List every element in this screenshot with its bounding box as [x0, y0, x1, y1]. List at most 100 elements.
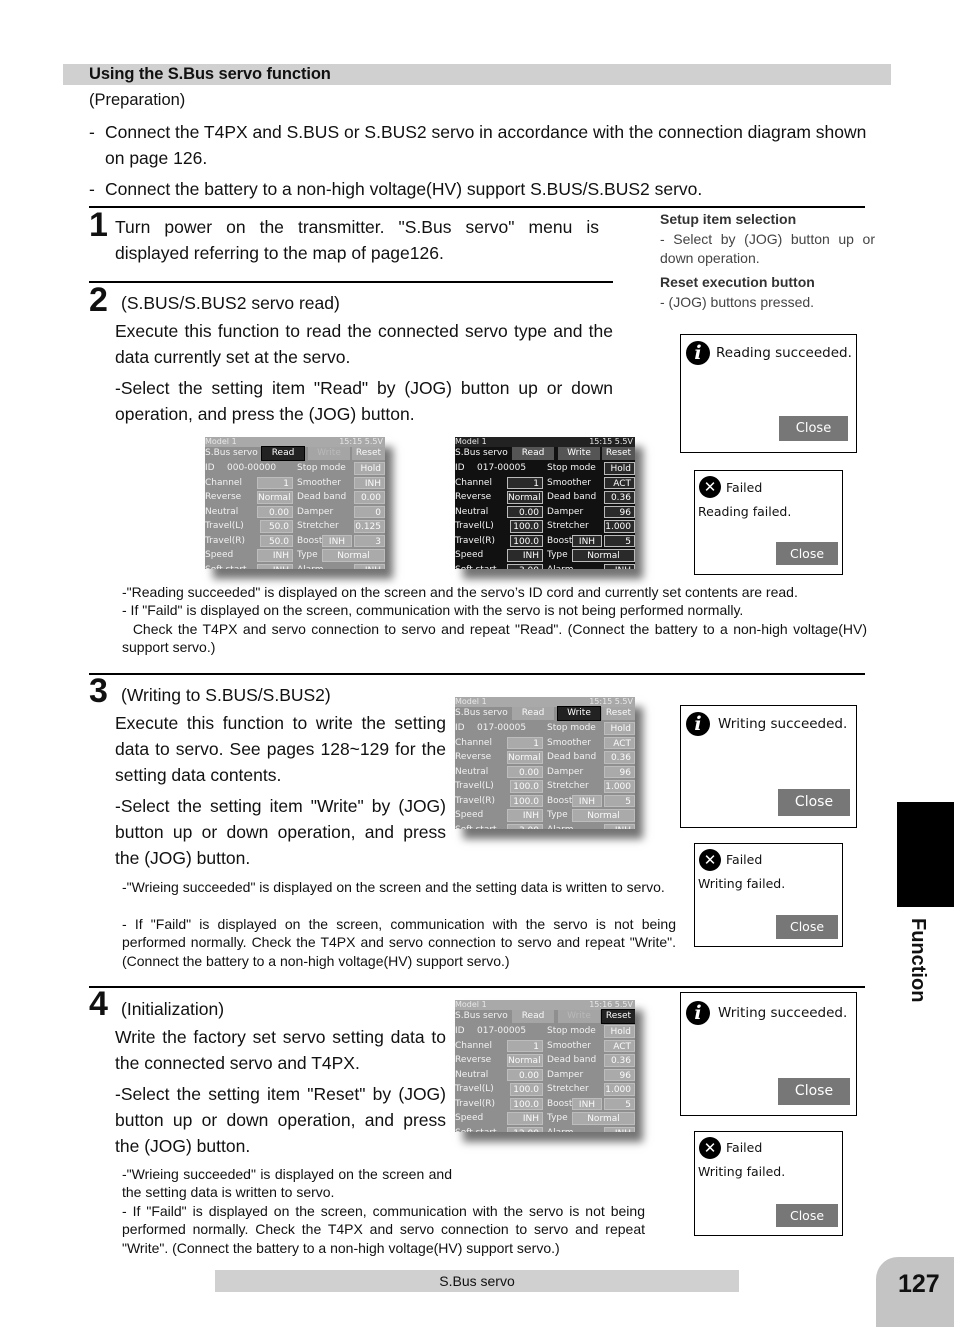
note-line: Check the T4PX and servo connection to s… — [122, 621, 871, 656]
step-subtitle: (S.BUS/S.BUS2 servo read) — [121, 293, 340, 313]
setting-value[interactable]: 1 — [257, 476, 293, 489]
dialog-title: Failed — [726, 852, 763, 867]
screen-settings-left: Channel 1 Reverse Normal Neutral 0.00 Travel(L… — [455, 437, 635, 569]
divider — [89, 206, 865, 208]
dialog-message: Writing succeeded. — [718, 716, 848, 732]
step-subtitle: (Initialization) — [121, 999, 225, 1019]
setting-value[interactable]: 0.00 — [507, 1068, 543, 1081]
note-line: -"Wrieing succeeded" is displayed on the… — [122, 879, 665, 895]
setting-label: Channel — [205, 477, 242, 488]
setting-value[interactable]: 12.00 — [507, 1126, 543, 1132]
setting-label: Soft start — [455, 1126, 497, 1133]
dialog-title: Failed — [726, 480, 763, 495]
setting-value[interactable]: 100.0 — [510, 780, 543, 793]
setting-label: Neutral — [205, 506, 239, 517]
step-text: Turn power on the transmitter. "S.Bus se… — [115, 217, 599, 263]
close-button[interactable]: Close — [778, 1078, 850, 1105]
reading-failed-dialog: ✕ Failed Reading failed. Close — [694, 470, 843, 575]
reading-succeeded-dialog: i Reading succeeded. Close — [680, 334, 857, 453]
close-button[interactable]: Close — [776, 915, 838, 939]
step-instruction: -Select the setting item "Reset" by (JOG… — [115, 1084, 446, 1156]
setting-label: Channel — [455, 1040, 492, 1051]
setting-value[interactable]: 100.0 — [510, 794, 543, 807]
setting-value[interactable]: 100.0 — [510, 520, 543, 533]
setting-label: Reverse — [455, 752, 492, 762]
setting-label: Neutral — [455, 1069, 489, 1080]
setting-value[interactable]: Normal — [507, 491, 543, 504]
setting-label: Soft start — [455, 563, 497, 570]
divider — [89, 281, 613, 283]
step-number: 3 — [89, 672, 108, 710]
info-icon: i — [686, 712, 710, 736]
reset-button-text: - (JOG) buttons pressed. — [660, 294, 815, 310]
setting-label: Travel(L) — [455, 521, 494, 531]
setting-value[interactable]: Normal — [257, 491, 293, 504]
step-text: Execute this function to read the connec… — [115, 321, 613, 367]
screen-settings-left: Channel 1 Reverse Normal Neutral 0.00 Travel(L… — [455, 697, 635, 829]
setting-label: Travel(R) — [455, 1098, 496, 1109]
note-line: - If "Faild" is displayed on the screen,… — [122, 1203, 645, 1256]
setting-value[interactable]: INH — [507, 809, 543, 822]
setting-label: Speed — [455, 550, 484, 560]
step-number: 1 — [89, 206, 108, 244]
dialog-message: Writing failed. — [698, 876, 786, 891]
setting-value[interactable]: 1 — [507, 476, 543, 489]
setting-value[interactable]: 1 — [507, 1039, 543, 1052]
setting-value[interactable]: INH — [257, 563, 293, 569]
setting-value[interactable]: 100.0 — [510, 1097, 543, 1110]
setting-label: Speed — [205, 550, 234, 560]
setting-value[interactable]: 100.0 — [510, 1083, 543, 1096]
setup-item-heading: Setup item selection — [660, 211, 797, 227]
close-button[interactable]: Close — [776, 542, 838, 565]
note-line: -"Wrieing succeeded" is displayed on the… — [122, 1166, 452, 1201]
setting-label: Neutral — [455, 766, 489, 777]
setting-value[interactable]: Normal — [507, 1054, 543, 1067]
section-title: Using the S.Bus servo function — [89, 65, 331, 83]
setting-label: Soft start — [205, 563, 247, 570]
setting-label: Travel(R) — [205, 535, 246, 546]
note-line: - If "Faild" is displayed on the screen,… — [122, 916, 676, 969]
close-button[interactable]: Close — [778, 789, 850, 816]
footer-section-name: S.Bus servo — [215, 1270, 739, 1292]
step-subtitle: (Writing to S.BUS/S.BUS2) — [121, 685, 331, 705]
bullet-dash: - — [89, 179, 95, 199]
prep-item-text: Connect the T4PX and S.BUS or S.BUS2 ser… — [105, 122, 867, 168]
setting-value[interactable]: 0.00 — [507, 505, 543, 518]
setting-label: Travel(R) — [455, 535, 496, 546]
setting-value[interactable]: INH — [507, 1112, 543, 1125]
setting-value[interactable]: INH — [507, 549, 543, 562]
close-button[interactable]: Close — [776, 1204, 838, 1227]
setting-label: Reverse — [455, 492, 492, 502]
setting-value[interactable]: 0.00 — [507, 765, 543, 778]
step-instruction: -Select the setting item "Read" by (JOG)… — [115, 378, 613, 424]
step-number: 2 — [89, 281, 108, 319]
setting-value[interactable]: INH — [257, 549, 293, 562]
setting-value[interactable]: 0.00 — [257, 505, 293, 518]
setting-value[interactable]: 3.00 — [507, 563, 543, 569]
step-text: Write the factory set servo setting data… — [115, 1027, 446, 1073]
reset-failed-dialog: ✕ Failed Writing failed. Close — [694, 1131, 843, 1236]
dialog-message: Reading failed. — [698, 504, 792, 519]
step-text: Execute this function to write the setti… — [115, 713, 446, 785]
setting-value[interactable]: 1 — [507, 736, 543, 749]
servo-screen-read: Model 1 15:15 5.5V S.Bus servo Read Write Res… — [205, 437, 385, 569]
setting-label: Reverse — [205, 492, 242, 502]
close-button[interactable]: Close — [779, 416, 848, 441]
setting-value[interactable]: 50.0 — [260, 520, 293, 533]
info-icon: i — [686, 341, 710, 365]
setting-label: Travel(L) — [205, 521, 244, 531]
setting-value[interactable]: 50.0 — [260, 534, 293, 547]
writing-failed-dialog: ✕ Failed Writing failed. Close — [694, 843, 843, 947]
setting-value[interactable]: Normal — [507, 751, 543, 764]
setting-label: Neutral — [455, 506, 489, 517]
prep-item-text: Connect the battery to a non-high voltag… — [105, 179, 703, 199]
note-line: -"Reading succeeded" is displayed on the… — [122, 584, 798, 600]
chapter-tab-text: Function — [907, 918, 929, 1003]
setting-value[interactable]: 3.00 — [507, 823, 543, 829]
setting-value[interactable]: 100.0 — [510, 534, 543, 547]
prep-item: - Connect the battery to a non-high volt… — [89, 176, 879, 202]
setting-label: Speed — [455, 1113, 484, 1123]
info-icon: i — [686, 1001, 710, 1025]
setting-label: Travel(L) — [455, 1084, 494, 1094]
setting-label: Speed — [455, 810, 484, 820]
